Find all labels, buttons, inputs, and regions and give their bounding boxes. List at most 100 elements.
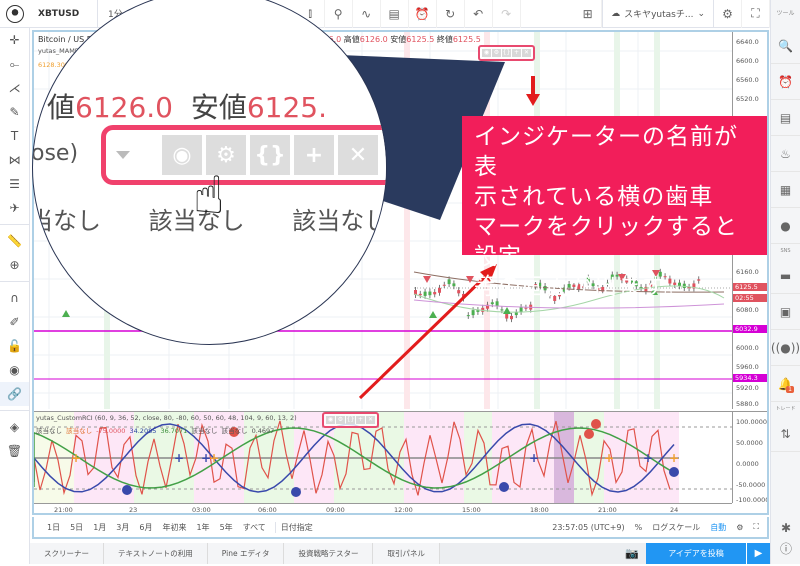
- price-tick: 5920.0: [736, 384, 759, 392]
- trading-arrows-icon[interactable]: ⇅: [771, 416, 800, 452]
- symbol-search[interactable]: XBTUSD: [30, 0, 98, 28]
- range-ytd[interactable]: 年初来: [157, 522, 191, 533]
- layers-icon[interactable]: ◈: [0, 415, 29, 439]
- brush-icon[interactable]: ✎: [0, 100, 29, 124]
- mag-low-value: 6125.: [246, 91, 327, 124]
- settings-icon[interactable]: ⚙: [714, 0, 742, 28]
- tab-text-notes[interactable]: テキストノートの利用: [104, 543, 208, 564]
- rci-sell-dot: [584, 429, 594, 439]
- help-icon[interactable]: ⓘ: [771, 530, 800, 566]
- eye-icon[interactable]: ◉: [0, 358, 29, 382]
- rci-indicator-pane[interactable]: + + + + + + + + yutas_CustomRCI (60, 9, 36, 52,…: [34, 411, 732, 503]
- range-1m[interactable]: 1月: [88, 522, 111, 533]
- undo-icon[interactable]: ↶: [465, 0, 493, 28]
- mag-low-label: 安値: [190, 91, 247, 124]
- trash-icon[interactable]: 🗑: [0, 439, 29, 463]
- icons-airplane-icon[interactable]: ✈: [0, 196, 29, 220]
- zoom-in-icon[interactable]: ⊕: [0, 253, 29, 277]
- indicator2-values: 該当なし 該当なし -75.0000 34.2085 36.7071 該当なし …: [36, 425, 274, 435]
- chat-icon[interactable]: ▬: [771, 258, 800, 294]
- tab-pine-editor[interactable]: Pine エディタ: [207, 543, 285, 564]
- plus-icon[interactable]: +: [356, 416, 365, 424]
- time-tick: 24: [670, 506, 679, 514]
- unlock-icon[interactable]: 🔓: [0, 334, 29, 358]
- source-code-icon[interactable]: {}: [502, 49, 511, 57]
- redo-icon[interactable]: ↷: [493, 0, 521, 28]
- calendar-icon[interactable]: ▦: [771, 172, 800, 208]
- alert-icon[interactable]: ⏰: [409, 0, 437, 28]
- mag-high-value: 6126.0: [75, 91, 173, 124]
- tab-screener[interactable]: スクリーナー: [30, 543, 104, 564]
- layout-selector[interactable]: ☁ スキヤyutasチ... ⌄: [602, 0, 714, 28]
- publish-idea-button[interactable]: アイデアを投稿: [646, 543, 746, 564]
- indicators-icon[interactable]: ⚲: [325, 0, 353, 28]
- mag-legend-tail: ose): [32, 141, 79, 166]
- alarm-clock-icon[interactable]: ⏰: [771, 64, 800, 100]
- rci-axis[interactable]: 100.0000 50.0000 0.0000 -50.0000 -100.00…: [732, 411, 768, 504]
- replay-icon[interactable]: ↻: [437, 0, 465, 28]
- source-code-icon[interactable]: {}: [346, 416, 355, 424]
- range-1y[interactable]: 1年: [191, 522, 214, 533]
- watchlist-icon[interactable]: 🔍: [771, 28, 800, 64]
- crosshair-icon[interactable]: ✛: [0, 28, 29, 52]
- plus-icon[interactable]: +: [512, 49, 521, 57]
- play-icon[interactable]: ▶: [746, 543, 770, 564]
- notifications-bell-icon[interactable]: 🔔 1: [771, 366, 800, 402]
- auto-scale-toggle[interactable]: 自動: [710, 522, 726, 533]
- camera-icon[interactable]: 📷: [618, 547, 646, 560]
- templates-icon[interactable]: ▤: [381, 0, 409, 28]
- rci-plus-marker: +: [643, 451, 653, 465]
- ideas-lightbulb-icon[interactable]: ●: [771, 208, 800, 244]
- rci-tick: 100.0000: [736, 418, 768, 426]
- fullscreen-icon[interactable]: ⛶: [753, 522, 759, 532]
- tab-strategy-tester[interactable]: 投資戦略テスター: [284, 543, 374, 564]
- news-icon[interactable]: ▤: [771, 100, 800, 136]
- link-icon[interactable]: 🔗: [0, 382, 29, 406]
- text-icon[interactable]: T: [0, 124, 29, 148]
- time-axis[interactable]: 21:00 23 03:00 06:00 09:00 12:00 15:00 1…: [34, 503, 732, 514]
- eye-icon[interactable]: ◉: [482, 49, 491, 57]
- close-icon[interactable]: ✕: [366, 416, 375, 424]
- range-all[interactable]: すべて: [238, 522, 271, 533]
- log-scale-toggle[interactable]: ログスケール: [652, 522, 700, 533]
- indicator-value: 36.7071: [160, 427, 188, 435]
- drawing-toolbar: ✛ ⟜ ⋌ ✎ T ⋈ ☰ ✈ 📏 ⊕ ∩ ✐ 🔓 ◉ 🔗 ◈ 🗑: [0, 28, 30, 564]
- magnet-icon[interactable]: ∩: [0, 286, 29, 310]
- pattern-icon[interactable]: ⋈: [0, 148, 29, 172]
- layout-grid-icon[interactable]: ⊞: [574, 0, 603, 28]
- close-icon[interactable]: ✕: [522, 49, 531, 57]
- fullscreen-icon[interactable]: ⛶: [742, 0, 770, 28]
- range-5d[interactable]: 5日: [65, 522, 88, 533]
- range-1d[interactable]: 1日: [42, 522, 65, 533]
- hotlist-flame-icon[interactable]: ♨: [771, 136, 800, 172]
- trend-line-icon[interactable]: ⟜: [0, 52, 29, 76]
- time-tick: 06:00: [258, 506, 277, 514]
- date-select-button[interactable]: 日付指定: [274, 521, 318, 533]
- gear-icon[interactable]: ⚙: [492, 49, 501, 57]
- streams-icon[interactable]: ((●)): [771, 330, 800, 366]
- prediction-icon[interactable]: ☰: [0, 172, 29, 196]
- compare-icon[interactable]: ∿: [353, 0, 381, 28]
- tab-trading-panel[interactable]: 取引パネル: [373, 543, 440, 564]
- pitchfork-icon[interactable]: ⋌: [0, 76, 29, 100]
- eye-icon[interactable]: ◉: [326, 416, 335, 424]
- gear-icon[interactable]: ⚙: [336, 416, 345, 424]
- ruler-icon[interactable]: 📏: [0, 229, 29, 253]
- clock-time[interactable]: 23:57:05 (UTC+9): [552, 523, 624, 532]
- percent-toggle[interactable]: %: [635, 523, 643, 532]
- range-5y[interactable]: 5年: [215, 522, 238, 533]
- rci-buy-dot: [669, 467, 679, 477]
- private-chat-icon[interactable]: ▣: [771, 294, 800, 330]
- indicator2-legend[interactable]: yutas_CustomRCI (60, 9, 36, 52, close, 8…: [36, 414, 297, 422]
- candle-body: [510, 315, 513, 320]
- rci-plus-marker: +: [529, 451, 539, 465]
- lock-drawing-icon[interactable]: ✐: [0, 310, 29, 334]
- gear-icon[interactable]: ⚙: [736, 523, 743, 532]
- indicator-value: 該当なし: [66, 427, 93, 435]
- range-3m[interactable]: 3月: [111, 522, 134, 533]
- source-code-icon: {}: [250, 135, 290, 175]
- close-value: 6125.5: [452, 35, 481, 44]
- user-avatar[interactable]: [0, 0, 30, 28]
- sns-label: SNS: [780, 248, 791, 254]
- range-6m[interactable]: 6月: [134, 522, 157, 533]
